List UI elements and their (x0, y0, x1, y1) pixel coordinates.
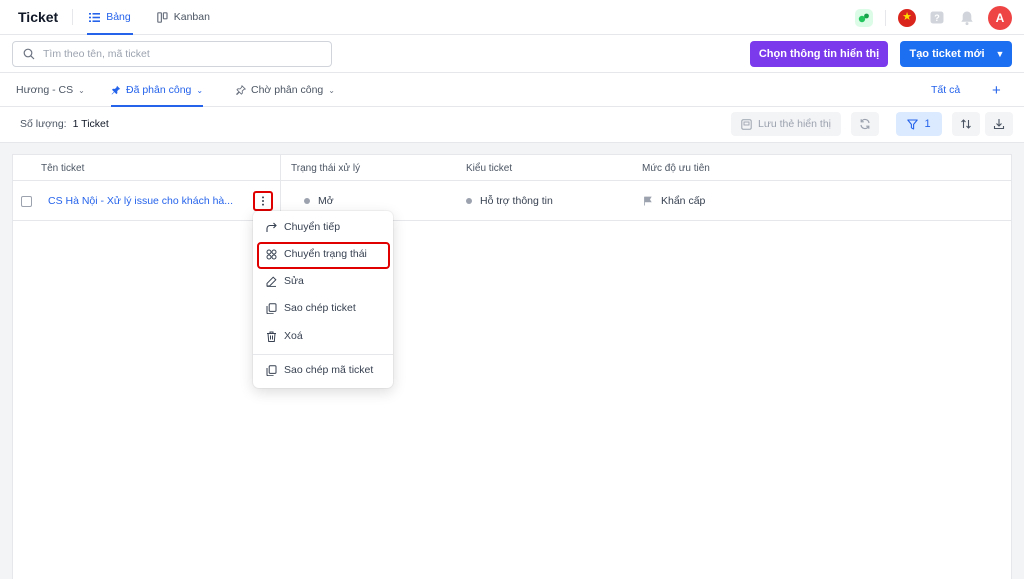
filter-button[interactable]: 1 (896, 112, 942, 136)
type-cell: Hỗ trợ thông tin (466, 181, 553, 221)
bell-icon[interactable] (958, 9, 976, 27)
ticket-name-link[interactable]: CS Hà Nội - Xử lý issue cho khách hà... (48, 195, 233, 207)
ticket-count: Số lượng: 1 Ticket (20, 107, 109, 141)
download-button[interactable] (985, 112, 1013, 136)
search-toolbar: Chọn thông tin hiển thị Tạo ticket mới ▼ (0, 35, 1024, 73)
save-view-icon (741, 119, 752, 130)
type-value: Hỗ trợ thông tin (480, 195, 553, 207)
filter-icon (907, 119, 918, 130)
copy-icon (266, 303, 277, 314)
tab-label: Kanban (174, 11, 210, 23)
menu-item-copy-ticket-code[interactable]: Sao chép mã ticket (253, 359, 393, 381)
tab-kanban-view[interactable]: Kanban (155, 0, 212, 35)
menu-item-label: Chuyển trạng thái (284, 248, 367, 260)
pin-icon (111, 85, 121, 95)
search-icon (23, 48, 35, 60)
forward-icon (266, 222, 277, 233)
menu-item-label: Sửa (284, 275, 304, 287)
priority-cell: Khẩn cấp (643, 181, 705, 221)
filter-tabs: Hương - CS ⌄ Đã phân công ⌄ Chờ phân côn… (0, 73, 1024, 107)
ticket-name-cell: CS Hà Nội - Xử lý issue cho khách hà... (48, 181, 233, 221)
chevron-down-icon: ⌄ (78, 86, 85, 95)
filter-tab-label: Đã phân công (126, 84, 191, 96)
row-checkbox[interactable] (21, 196, 32, 207)
new-ticket-label: Tạo ticket mới (900, 48, 988, 60)
divider (885, 10, 886, 26)
column-header-name[interactable]: Tên ticket (41, 155, 84, 181)
status-grid-icon (266, 249, 277, 260)
filter-tab-label: Hương - CS (16, 84, 73, 96)
avatar[interactable]: A (988, 6, 1012, 30)
download-icon (993, 118, 1005, 130)
vietnam-flag-icon[interactable]: ★ (898, 9, 916, 27)
save-view-label: Lưu thẻ hiển thị (758, 118, 831, 130)
refresh-button[interactable] (851, 112, 879, 136)
caret-down-icon[interactable]: ▼ (988, 49, 1012, 59)
edit-icon (266, 276, 277, 287)
menu-item-edit[interactable]: Sửa (253, 270, 393, 292)
filter-tab-assigned[interactable]: Đã phân công ⌄ (111, 73, 203, 107)
filter-count: 1 (924, 118, 930, 130)
svg-text:?: ? (934, 13, 940, 23)
count-value: 1 Ticket (73, 118, 109, 130)
tab-table-view[interactable]: Bảng (87, 0, 133, 35)
menu-item-label: Xoá (284, 330, 303, 342)
count-label: Số lượng: (20, 118, 67, 130)
column-header-status[interactable]: Trạng thái xử lý (291, 155, 360, 181)
tab-label: Bảng (106, 11, 131, 23)
menu-item-delete[interactable]: Xoá (253, 325, 393, 347)
filter-tab-label: Chờ phân công (251, 84, 323, 96)
menu-item-change-status[interactable]: Chuyển trạng thái (253, 243, 393, 265)
chevron-down-icon: ⌄ (328, 86, 335, 95)
row-context-menu: Chuyển tiếp Chuyển trạng thái Sửa Sao ch… (253, 211, 393, 388)
save-view-button[interactable]: Lưu thẻ hiển thị (731, 112, 841, 136)
divider (72, 9, 73, 25)
more-vertical-icon (261, 196, 265, 206)
status-dot (304, 198, 310, 204)
refresh-icon (859, 118, 871, 130)
pin-icon (236, 85, 246, 95)
add-tab-icon[interactable]: + (992, 73, 1001, 107)
sort-button[interactable] (952, 112, 980, 136)
column-header-type[interactable]: Kiểu ticket (466, 155, 512, 181)
trash-icon (266, 331, 277, 342)
new-ticket-button[interactable]: Tạo ticket mới ▼ (900, 41, 1012, 67)
menu-divider (253, 354, 393, 355)
filter-tab-huong-cs[interactable]: Hương - CS ⌄ (16, 73, 85, 107)
menu-item-copy-ticket[interactable]: Sao chép ticket (253, 297, 393, 319)
header-actions: ★ ? A (855, 0, 1012, 35)
menu-item-label: Sao chép mã ticket (284, 364, 373, 376)
search-box[interactable] (12, 41, 332, 67)
connection-icon[interactable] (855, 9, 873, 27)
type-dot (466, 198, 472, 204)
menu-item-label: Sao chép ticket (284, 302, 356, 314)
priority-value: Khẩn cấp (661, 195, 705, 207)
app-title: Ticket (18, 9, 58, 25)
status-value: Mở (318, 195, 334, 207)
table-row[interactable]: CS Hà Nội - Xử lý issue cho khách hà... … (13, 181, 1011, 221)
copy-icon (266, 365, 277, 376)
row-actions-button[interactable] (253, 191, 273, 211)
flag-icon (643, 196, 653, 206)
filter-tab-pending[interactable]: Chờ phân công ⌄ (236, 73, 335, 107)
kanban-icon (157, 12, 168, 23)
menu-item-forward[interactable]: Chuyển tiếp (253, 216, 393, 238)
top-bar: Ticket Bảng Kanban ★ ? A (0, 0, 1024, 35)
row-checkbox-cell (21, 181, 32, 221)
count-toolbar: Số lượng: 1 Ticket Lưu thẻ hiển thị 1 (0, 107, 1024, 143)
search-input[interactable] (43, 48, 313, 60)
list-icon (89, 12, 100, 23)
all-tabs-link[interactable]: Tất cả (931, 73, 960, 107)
chevron-down-icon: ⌄ (196, 86, 203, 95)
menu-item-label: Chuyển tiếp (284, 221, 340, 233)
column-header-priority[interactable]: Mức độ ưu tiên (642, 155, 710, 181)
sort-icon (960, 118, 972, 130)
table-header: Tên ticket Trạng thái xử lý Kiểu ticket … (13, 155, 1011, 181)
help-icon[interactable]: ? (928, 9, 946, 27)
ticket-table: Tên ticket Trạng thái xử lý Kiểu ticket … (12, 154, 1012, 579)
choose-display-button[interactable]: Chọn thông tin hiển thị (750, 41, 888, 67)
